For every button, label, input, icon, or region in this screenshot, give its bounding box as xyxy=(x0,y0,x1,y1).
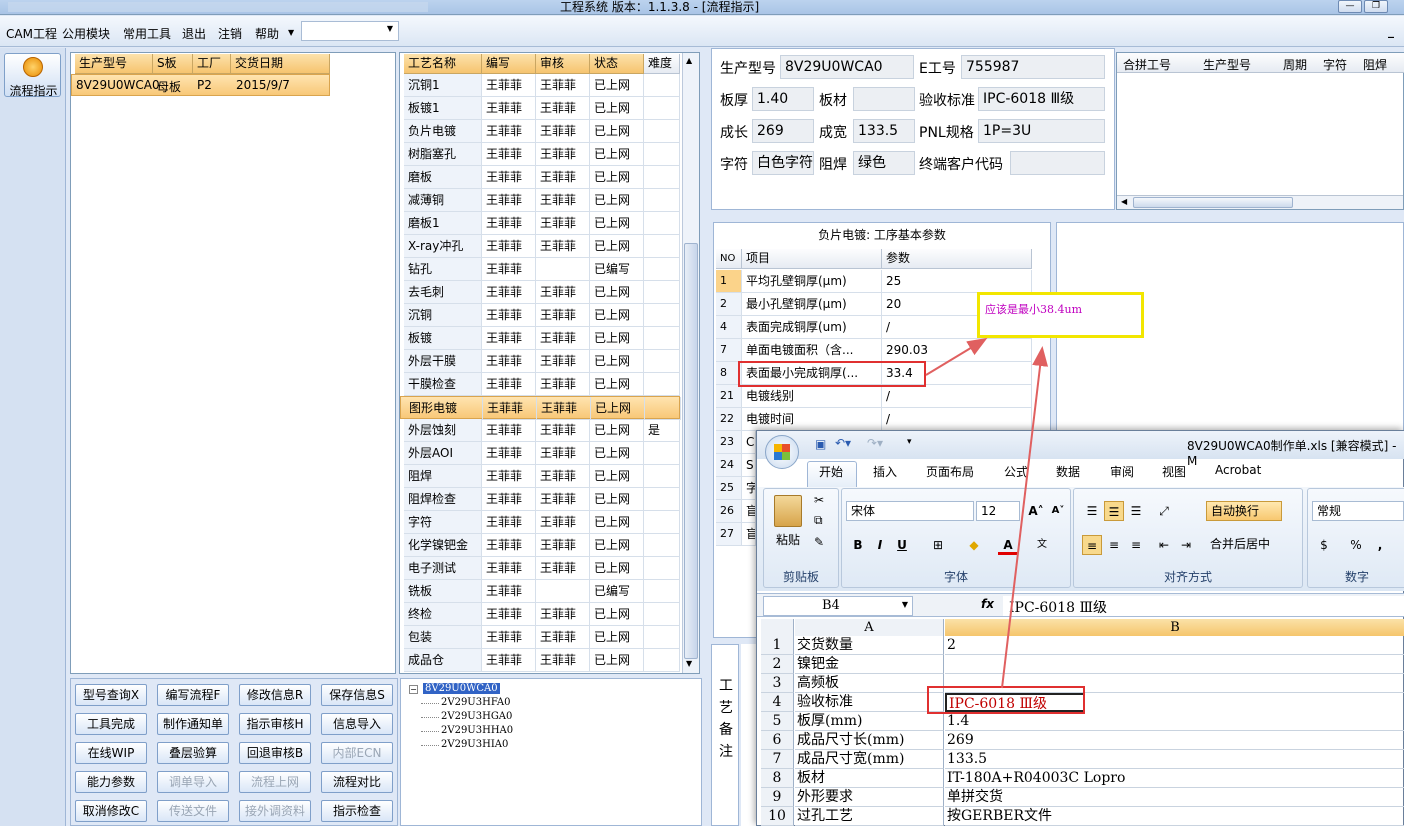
annotation-arrows xyxy=(925,337,1049,689)
arrow-excel-to-note xyxy=(1001,346,1049,689)
arrow-to-note xyxy=(925,337,988,376)
